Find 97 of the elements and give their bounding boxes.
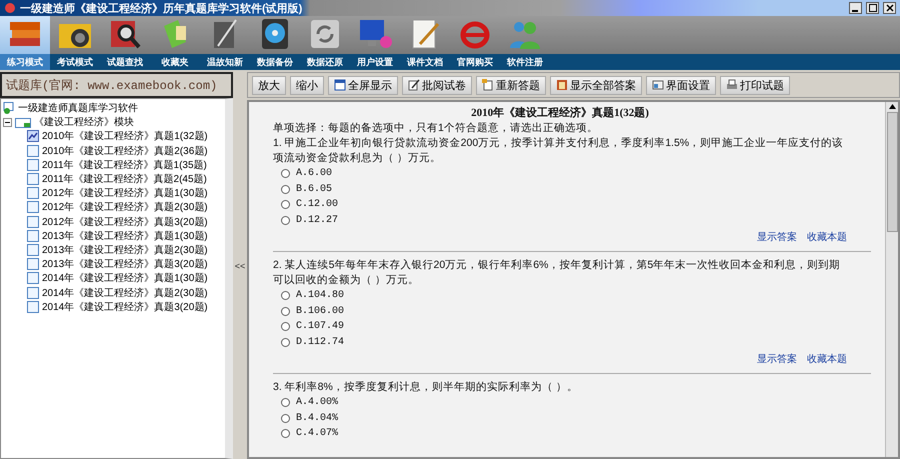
toolbar-button[interactable]: 收藏夹 [150,16,200,70]
close-icon [886,4,894,12]
file-icon [27,272,39,284]
radio-button[interactable] [281,338,290,347]
tree-item[interactable]: 2012年《建设工程经济》真题3(20题) [42,214,208,229]
tree-item[interactable]: 2013年《建设工程经济》真题3(20题) [42,257,208,272]
toolbar-button[interactable]: 重新答题 [476,76,546,94]
file-icon [27,187,39,200]
toolbar-button[interactable]: 温故知新 [200,16,250,70]
toolbar-button[interactable]: 考试模式 [50,16,100,70]
radio-button[interactable] [281,414,290,423]
tree-item[interactable]: 2011年《建设工程经济》真题1(35题) [42,158,207,172]
toolbar-button[interactable]: 批阅试卷 [402,76,472,94]
document-title: 2010年《建设工程经济》真题1(32题) [470,106,650,121]
toolbar-button[interactable]: 练习模式 [0,16,50,70]
file-icon [27,258,39,270]
maximize-icon [868,4,876,12]
tree-item[interactable]: 一级建造师真题库学习软件 [18,101,138,116]
toolbar-button[interactable]: 官网购买 [450,16,500,70]
toolbar-button[interactable]: 数据备份 [250,16,300,70]
window-icon [652,79,664,91]
file-icon [27,158,39,171]
document-icon [482,79,494,91]
radio-button[interactable] [281,398,290,408]
panel-header: 试题库(官网: www.examebook.com) [0,72,233,98]
radio-button[interactable] [281,184,290,194]
file-icon [27,216,39,228]
minimize-button[interactable] [849,2,862,14]
answer-option[interactable]: C.12.00 [273,197,847,212]
answer-option[interactable]: C.107.49 [273,319,847,334]
radio-button[interactable] [281,291,290,300]
toolbar-button[interactable]: 软件注册 [500,16,550,70]
answer-option[interactable]: A.6.00 [273,166,847,182]
toolbar-button[interactable]: 打印试题 [720,76,790,94]
file-icon [27,286,39,299]
answer-option[interactable]: A.104.80 [273,288,847,304]
file-icon [27,144,39,157]
answer-option[interactable]: D.12.27 [273,212,847,228]
printer-icon [726,79,738,91]
tree-item[interactable]: 2014年《建设工程经济》真题2(30题) [42,286,208,300]
file-icon [27,244,39,256]
action-link[interactable]: 显示答案 [757,352,797,367]
tree-item[interactable]: 2010年《建设工程经济》真题2(36题) [42,144,208,158]
open-file-icon [27,130,39,142]
radio-button[interactable] [281,169,290,178]
file-icon [27,173,39,186]
answer-option[interactable]: B.106.00 [273,304,847,319]
window-title: 一级建造师《建设工程经济》历年真题库学习软件(试用版) [20,2,304,16]
toolbar-button[interactable]: 试题查找 [100,16,150,70]
action-link[interactable]: 收藏本题 [807,230,847,245]
toolbar-button[interactable]: 数据还原 [300,16,350,70]
toolbar-button[interactable]: 课件文档 [400,16,450,70]
radio-button[interactable] [281,216,290,225]
tree-item[interactable]: 2014年《建设工程经济》真题3(20题) [42,300,208,314]
action-link[interactable]: 显示答案 [757,230,797,245]
question-text: 3. 年利率8%，按季度复利计息，则半年期的实际利率为（ ）。 [273,380,579,395]
tree-item[interactable]: 2012年《建设工程经济》真题2(30题) [42,200,208,214]
toolbar-button[interactable]: 全屏显示 [328,76,398,94]
file-icon [27,230,39,242]
radio-button[interactable] [281,306,290,316]
edit-icon [408,79,420,91]
app-icon [4,2,16,14]
radio-button[interactable] [281,322,290,332]
clipboard-icon [556,79,568,91]
tree-root-icon [3,102,15,114]
answer-option[interactable]: C.4.07% [273,426,847,442]
answer-option[interactable]: B.4.04% [273,410,847,426]
toolbar-button[interactable]: 缩小 [290,76,324,94]
window-icon [334,79,346,91]
answer-option[interactable]: D.112.74 [273,334,847,350]
instruction-text: 单项选择：每题的备选项中，只有1个符合题意，请选出正确选项。 [273,121,599,136]
toolbar-button[interactable]: 显示全部答案 [550,76,642,94]
answer-option[interactable]: B.6.05 [273,182,847,197]
scrollbar[interactable] [885,102,898,457]
folder-icon [15,116,31,128]
toolbar-button[interactable]: 用户设置 [350,16,400,70]
tree-item[interactable]: 2014年《建设工程经济》真题1(30题) [42,271,208,286]
question-text: 1. 甲施工企业年初向银行贷款流动资金200万元，按季计算并支付利息，季度利率1.5%，则甲施工企业一年应支付的该项流动资金贷款利息为（ ）万元。 [273,136,844,166]
maximize-button[interactable] [866,2,879,14]
tree-item[interactable]: 2011年《建设工程经济》真题2(45题) [42,172,207,186]
radio-button[interactable] [281,429,290,438]
toolbar-button[interactable]: 界面设置 [646,76,716,94]
file-icon [27,300,39,313]
answer-option[interactable]: A.4.00% [273,395,847,410]
close-button[interactable] [883,2,896,14]
tree-item[interactable]: 2013年《建设工程经济》真题1(30题) [42,228,208,243]
radio-button[interactable] [281,200,290,210]
tree-item[interactable]: 2010年《建设工程经济》真题1(32题) [42,129,208,144]
collapse-icon[interactable] [3,118,12,127]
question-text: 2. 某人连续5年每年年末存入银行20万元，银行年利率6%，按年复利计算，第5年年末一次性收回本金和利息，则到期可以回收的金额为（ ）万元。 [273,258,842,288]
toolbar-button[interactable]: 放大 [252,76,286,94]
tree-item[interactable]: 2013年《建设工程经济》真题2(30题) [42,242,208,257]
action-link[interactable]: 收藏本题 [807,352,847,367]
tree-item[interactable]: 2012年《建设工程经济》真题1(30题) [42,186,208,200]
file-icon [27,201,39,214]
tree-item[interactable]: 《建设工程经济》模块 [34,115,134,130]
collapse-panel-button[interactable]: << [234,260,246,270]
